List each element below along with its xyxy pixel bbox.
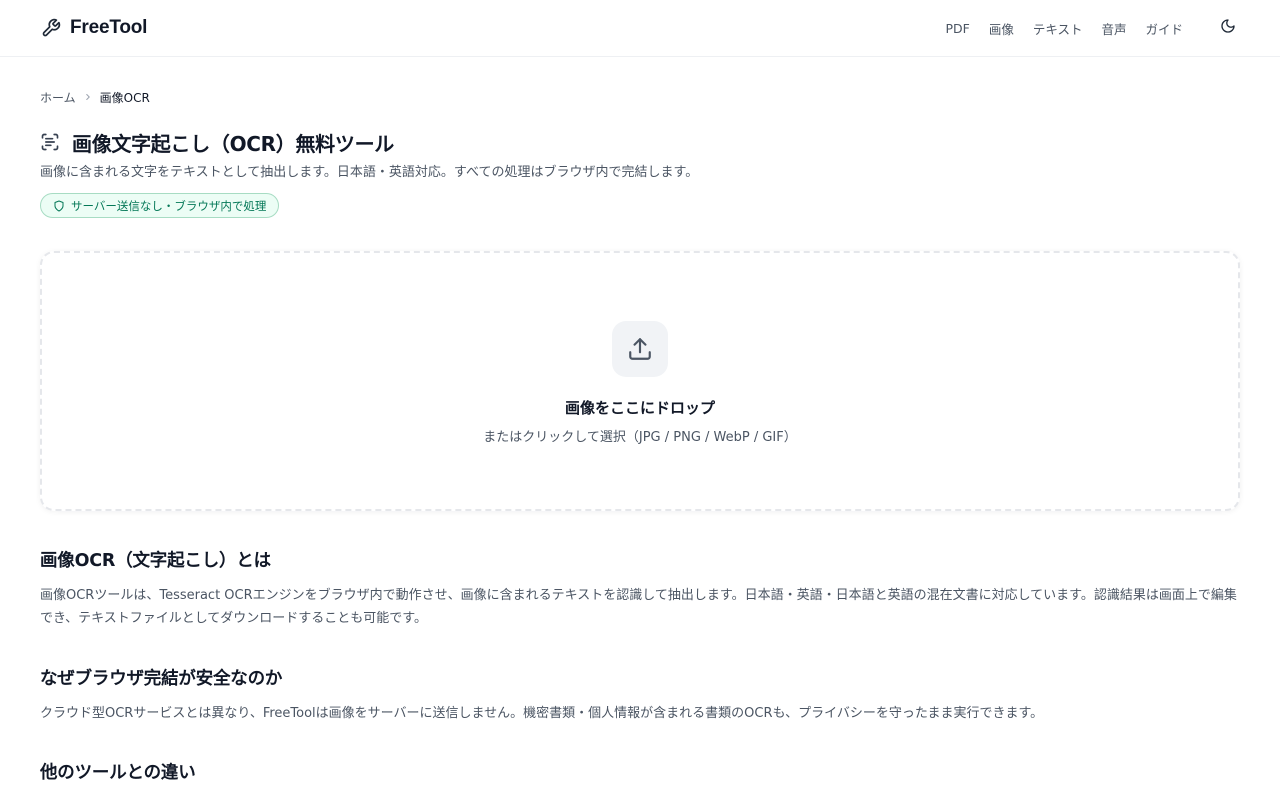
dropzone-title: 画像をここにドロップ <box>564 399 715 417</box>
section-about-ocr: 画像OCR（文字起こし）とは 画像OCRツールは、Tesseract OCRエン… <box>40 547 1240 630</box>
breadcrumb-home-link[interactable]: ホーム <box>40 89 76 106</box>
section-body: クラウド型OCRサービスとは異なり、FreeToolは画像をサーバーに送信しませ… <box>40 706 1044 721</box>
privacy-badge: サーバー送信なし・ブラウザ内で処理 <box>40 193 280 218</box>
privacy-badge-label: サーバー送信なし・ブラウザ内で処理 <box>71 198 267 213</box>
upload-icon-container <box>612 321 668 377</box>
brand-logo-link[interactable]: FreeTool <box>40 17 147 39</box>
main-content: ホーム 画像OCR 画像文字起こし（OCR）無料ツール 画像に含まれる文字をテキ… <box>0 89 1280 784</box>
section-heading: 画像OCR（文字起こし）とは <box>40 551 271 571</box>
breadcrumb-current: 画像OCR <box>99 90 150 105</box>
nav-link-pdf[interactable]: PDF <box>945 21 969 36</box>
breadcrumb: ホーム 画像OCR <box>40 89 1240 105</box>
main-nav: PDF 画像 テキスト 音声 ガイド <box>945 16 1240 40</box>
nav-link-audio[interactable]: 音声 <box>1101 19 1126 38</box>
page-subtitle: 画像に含まれる文字をテキストとして抽出します。日本語・英語対応。すべての処理はブ… <box>40 165 699 180</box>
theme-toggle-button[interactable] <box>1216 16 1240 40</box>
moon-icon <box>1220 18 1236 38</box>
image-dropzone[interactable]: 画像をここにドロップ またはクリックして選択（JPG / PNG / WebP … <box>40 251 1240 511</box>
section-heading: なぜブラウザ完結が安全なのか <box>40 669 283 689</box>
section-body: 画像OCRツールは、Tesseract OCRエンジンをブラウザ内で動作させ、画… <box>40 588 1237 626</box>
scan-text-icon <box>40 132 60 152</box>
nav-link-guide[interactable]: ガイド <box>1145 19 1183 38</box>
nav-link-image[interactable]: 画像 <box>989 19 1014 38</box>
dropzone-subtitle: またはクリックして選択（JPG / PNG / WebP / GIF） <box>483 430 797 445</box>
section-why-safe: なぜブラウザ完結が安全なのか クラウド型OCRサービスとは異なり、FreeToo… <box>40 665 1240 725</box>
upload-icon <box>627 336 653 362</box>
chevron-right-icon <box>83 92 93 102</box>
brand-name: FreeTool <box>70 17 148 38</box>
shield-icon <box>53 200 65 212</box>
section-differences: 他のツールとの違い <box>40 759 1240 784</box>
wrench-icon <box>40 17 62 39</box>
top-navigation-bar: FreeTool PDF 画像 テキスト 音声 ガイド <box>0 0 1280 57</box>
page-title: 画像文字起こし（OCR）無料ツール <box>72 131 394 156</box>
nav-link-text[interactable]: テキスト <box>1033 19 1083 38</box>
section-heading: 他のツールとの違い <box>40 763 196 783</box>
page-title-row: 画像文字起こし（OCR）無料ツール <box>40 129 1240 156</box>
